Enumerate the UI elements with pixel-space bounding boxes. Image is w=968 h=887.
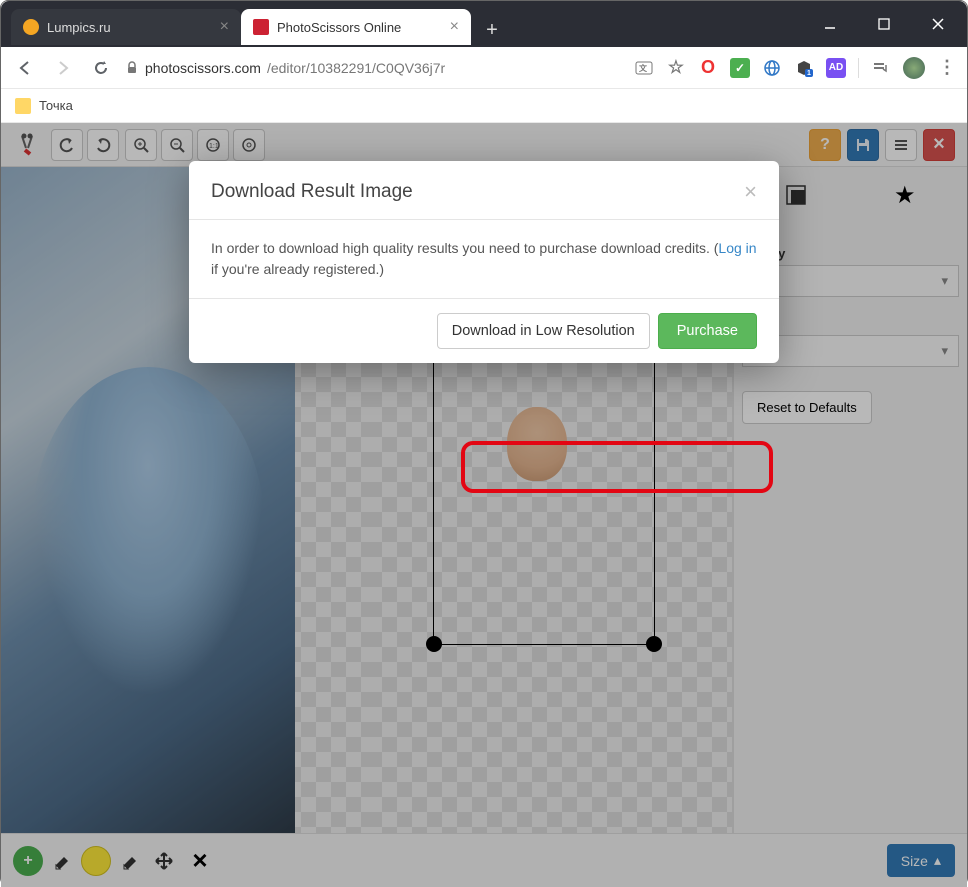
svg-text:文: 文 xyxy=(639,63,648,73)
opera-icon[interactable]: O xyxy=(698,58,718,78)
new-tab-button[interactable]: + xyxy=(477,15,507,45)
favicon-icon xyxy=(253,19,269,35)
cube-ext-icon[interactable]: 1 xyxy=(794,58,814,78)
extension-icons: 文 ☆ O ✓ 1 AD ⋮ xyxy=(634,57,957,79)
url-bar: photoscissors.com/editor/10382291/C0QV36… xyxy=(1,47,967,89)
tab-title: Lumpics.ru xyxy=(47,20,111,35)
close-window-button[interactable] xyxy=(923,9,953,39)
modal-close-button[interactable]: × xyxy=(744,179,757,205)
browser-tab-photoscissors[interactable]: PhotoScissors Online × xyxy=(241,9,471,45)
modal-text: if you're already registered.) xyxy=(211,261,384,277)
browser-tab-lumpics[interactable]: Lumpics.ru × xyxy=(11,9,241,45)
modal-title: Download Result Image xyxy=(211,181,413,203)
reload-button[interactable] xyxy=(87,54,115,82)
modal-text: In order to download high quality result… xyxy=(211,240,718,256)
modal-body: In order to download high quality result… xyxy=(189,220,779,298)
translate-icon[interactable]: 文 xyxy=(634,58,654,78)
url-path: /editor/10382291/C0QV36j7r xyxy=(267,60,445,76)
maximize-button[interactable] xyxy=(869,9,899,39)
lock-icon xyxy=(125,61,139,75)
bookmark-item[interactable]: Точка xyxy=(39,98,73,113)
address-field[interactable]: photoscissors.com/editor/10382291/C0QV36… xyxy=(125,60,624,76)
tab-close-icon[interactable]: × xyxy=(220,18,229,36)
url-host: photoscissors.com xyxy=(145,60,261,76)
download-modal: Download Result Image × In order to down… xyxy=(189,161,779,363)
avatar-icon[interactable] xyxy=(903,57,925,79)
minimize-button[interactable] xyxy=(815,9,845,39)
ad-ext-icon[interactable]: AD xyxy=(826,58,846,78)
app-content: 1:1 ? × ★ d undary 0 xyxy=(1,123,967,887)
tab-title: PhotoScissors Online xyxy=(277,20,401,35)
globe-icon[interactable] xyxy=(762,58,782,78)
svg-text:1: 1 xyxy=(807,70,811,77)
media-icon[interactable] xyxy=(871,58,891,78)
back-button[interactable] xyxy=(11,54,39,82)
bookmarks-bar: Точка xyxy=(1,89,967,123)
folder-icon xyxy=(15,98,31,114)
menu-icon[interactable]: ⋮ xyxy=(937,58,957,78)
download-low-res-button[interactable]: Download in Low Resolution xyxy=(437,313,650,349)
tab-close-icon[interactable]: × xyxy=(450,18,459,36)
login-link[interactable]: Log in xyxy=(718,240,756,256)
star-icon[interactable]: ☆ xyxy=(666,58,686,78)
check-ext-icon[interactable]: ✓ xyxy=(730,58,750,78)
favicon-icon xyxy=(23,19,39,35)
forward-button[interactable] xyxy=(49,54,77,82)
purchase-button[interactable]: Purchase xyxy=(658,313,757,349)
